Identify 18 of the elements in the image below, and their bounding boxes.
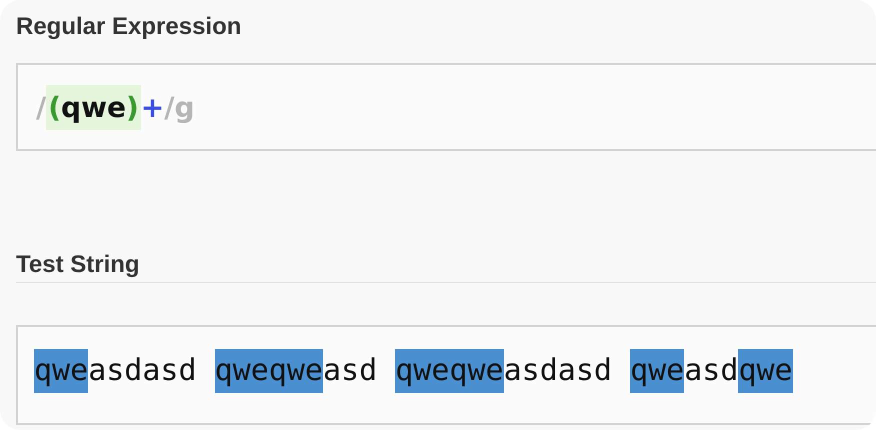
section-title: Test String — [16, 250, 141, 280]
regex-group-token: (qwe) — [46, 84, 141, 130]
test-text: asdasd — [504, 352, 613, 390]
test-text: asd — [684, 352, 738, 390]
regex-token: + — [140, 90, 164, 124]
highlighted-match: qwe — [34, 349, 88, 393]
test-text: asd — [323, 352, 378, 390]
highlighted-match: qwe — [630, 349, 684, 393]
highlighted-match: qwe — [738, 349, 793, 393]
test-text: asdasd — [88, 352, 198, 390]
highlighted-match: qweqwe — [395, 349, 504, 393]
regex-input-field[interactable]: /(qwe)+/g — [16, 63, 876, 151]
regex-token: / — [164, 90, 174, 124]
regex-token: g — [174, 90, 194, 124]
section-title: Regular Expression — [16, 12, 242, 42]
highlighted-match: qweqwe — [214, 349, 323, 393]
test-string-field[interactable]: qweasdasd qweqweasd qweqweasdasd qweasdqwe — [16, 325, 876, 425]
regex-token: / — [36, 90, 46, 124]
